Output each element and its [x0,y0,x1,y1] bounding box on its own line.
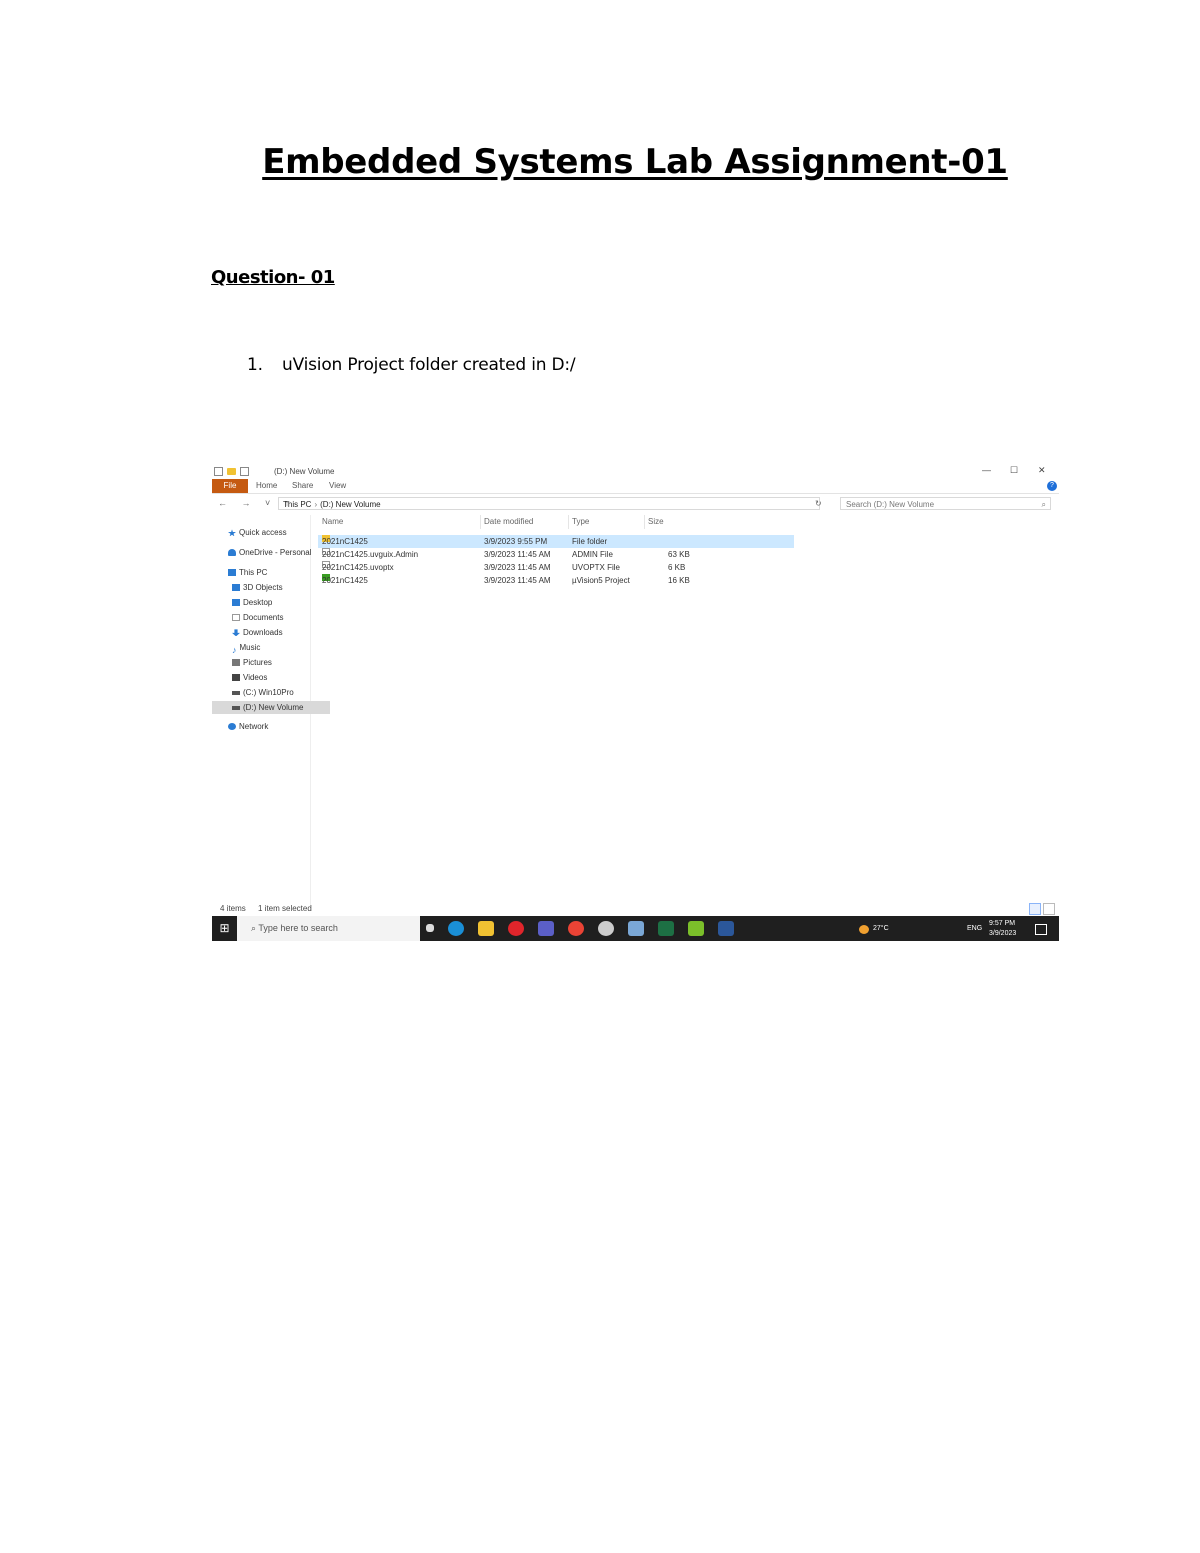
app-icon[interactable] [628,921,644,936]
address-row: ← → ˅ ↑ This PC › (D:) New Volume ↻ Search… [212,497,1059,511]
desktop-icon [232,599,240,607]
search-icon: ⌕ [1041,500,1046,509]
close-button[interactable]: ✕ [1038,465,1046,476]
tab-home[interactable]: Home [256,481,277,490]
list-item: 1. uVision Project folder created in D:/ [247,355,576,375]
nav-item-d-drive[interactable]: (D:) New Volume [212,701,330,714]
question-heading: Question- 01 [211,267,335,288]
file-row[interactable]: 2021nC1425.uvoptx 3/9/2023 11:45 AM UVOP… [318,561,794,574]
edge-icon[interactable] [448,921,464,936]
nav-item-c-drive[interactable]: (C:) Win10Pro [212,686,330,699]
file-explorer-icon[interactable] [478,921,494,936]
taskbar: ⊞ ⌕ Type here to search 27°C ENG 9:57 PM… [212,916,1059,941]
tab-file[interactable]: File [212,479,248,493]
search-input[interactable]: Search (D:) New Volume ⌕ [840,497,1051,510]
list-text: uVision Project folder created in D:/ [282,355,576,375]
quick-access-toolbar[interactable] [214,467,249,476]
details-view-icon[interactable] [1029,903,1041,915]
search-placeholder: Search (D:) New Volume [846,500,935,509]
checkbox-icon[interactable] [240,467,249,476]
videos-icon [232,674,240,682]
chrome-icon[interactable] [568,921,584,936]
teams-icon[interactable] [538,921,554,936]
column-name[interactable]: Name [322,517,343,526]
nav-item-network[interactable]: Network [212,720,326,733]
file-row[interactable]: 2021nC1425 3/9/2023 9:55 PM File folder [318,535,794,548]
maximize-button[interactable]: ☐ [1010,465,1018,476]
cloud-icon [228,549,236,557]
list-number: 1. [247,355,263,375]
task-view-icon[interactable] [426,924,434,932]
minimize-button[interactable]: — [982,465,991,475]
cube-icon [232,584,240,592]
drive-icon [232,705,240,710]
notification-icon[interactable] [1035,924,1047,935]
title-bar: (D:) New Volume — ☐ ✕ [212,463,1059,479]
taskbar-search-input[interactable]: ⌕ Type here to search [237,916,420,941]
help-icon[interactable]: ? [1047,481,1057,491]
excel-icon[interactable] [658,921,674,936]
weather-icon[interactable] [859,925,869,934]
drive-icon [232,690,240,695]
breadcrumb-this-pc[interactable]: This PC [283,500,311,509]
music-icon: ♪ [232,645,237,656]
nav-item-quick-access[interactable]: Quick access [212,526,326,539]
pictures-icon [232,659,240,667]
selection-count: 1 item selected [258,904,312,913]
explorer-screenshot: (D:) New Volume — ☐ ✕ File Home Share Vi… [212,463,1059,941]
settings-icon[interactable] [598,921,614,936]
document-title: Embedded Systems Lab Assignment-01 [262,142,1008,182]
nav-item-3d-objects[interactable]: 3D Objects [212,581,330,594]
tab-view[interactable]: View [329,481,346,490]
navigation-pane: Quick access OneDrive - Personal This PC… [212,515,330,911]
windows-start-icon[interactable]: ⊞ [212,916,237,941]
documents-icon [232,614,240,622]
nav-item-documents[interactable]: Documents [212,611,330,624]
column-type[interactable]: Type [572,517,589,526]
taskbar-apps [426,921,734,936]
nav-item-downloads[interactable]: Downloads [212,626,330,639]
clock-time[interactable]: 9:57 PM [989,920,1015,927]
column-size[interactable]: Size [648,517,664,526]
column-date-modified[interactable]: Date modified [484,517,533,526]
nav-item-music[interactable]: ♪ Music [212,641,330,656]
window-title: (D:) New Volume [274,467,335,476]
large-icons-view-icon[interactable] [1043,903,1055,915]
download-icon [232,629,240,637]
network-icon [228,723,236,731]
nav-item-this-pc[interactable]: This PC [212,566,326,579]
nav-item-onedrive[interactable]: OneDrive - Personal [212,546,326,559]
address-bar[interactable]: This PC › (D:) New Volume [278,497,820,510]
clock-date[interactable]: 3/9/2023 [989,930,1016,937]
item-count: 4 items [220,904,246,913]
file-row[interactable]: 2021nC1425 3/9/2023 11:45 AM µVision5 Pr… [318,574,794,587]
status-bar: 4 items 1 item selected [212,903,1059,915]
opera-icon[interactable] [508,921,524,936]
word-icon[interactable] [718,921,734,936]
star-icon [228,529,236,537]
weather-text[interactable]: 27°C [873,925,889,932]
refresh-icon[interactable]: ↻ [815,499,822,508]
nav-item-pictures[interactable]: Pictures [212,656,330,669]
new-folder-icon[interactable] [227,468,236,475]
ribbon-tabs: File Home Share View ? [212,479,1059,494]
properties-icon[interactable] [214,467,223,476]
language-indicator[interactable]: ENG [967,925,982,932]
breadcrumb-d-drive[interactable]: (D:) New Volume [320,500,380,509]
pc-icon [228,569,236,577]
file-row[interactable]: 2021nC1425.uvguix.Admin 3/9/2023 11:45 A… [318,548,794,561]
nav-item-videos[interactable]: Videos [212,671,330,684]
keil-icon[interactable] [688,921,704,936]
system-tray: 27°C ENG 9:57 PM 3/9/2023 [859,916,1059,941]
nav-item-desktop[interactable]: Desktop [212,596,330,609]
tab-share[interactable]: Share [292,481,313,490]
